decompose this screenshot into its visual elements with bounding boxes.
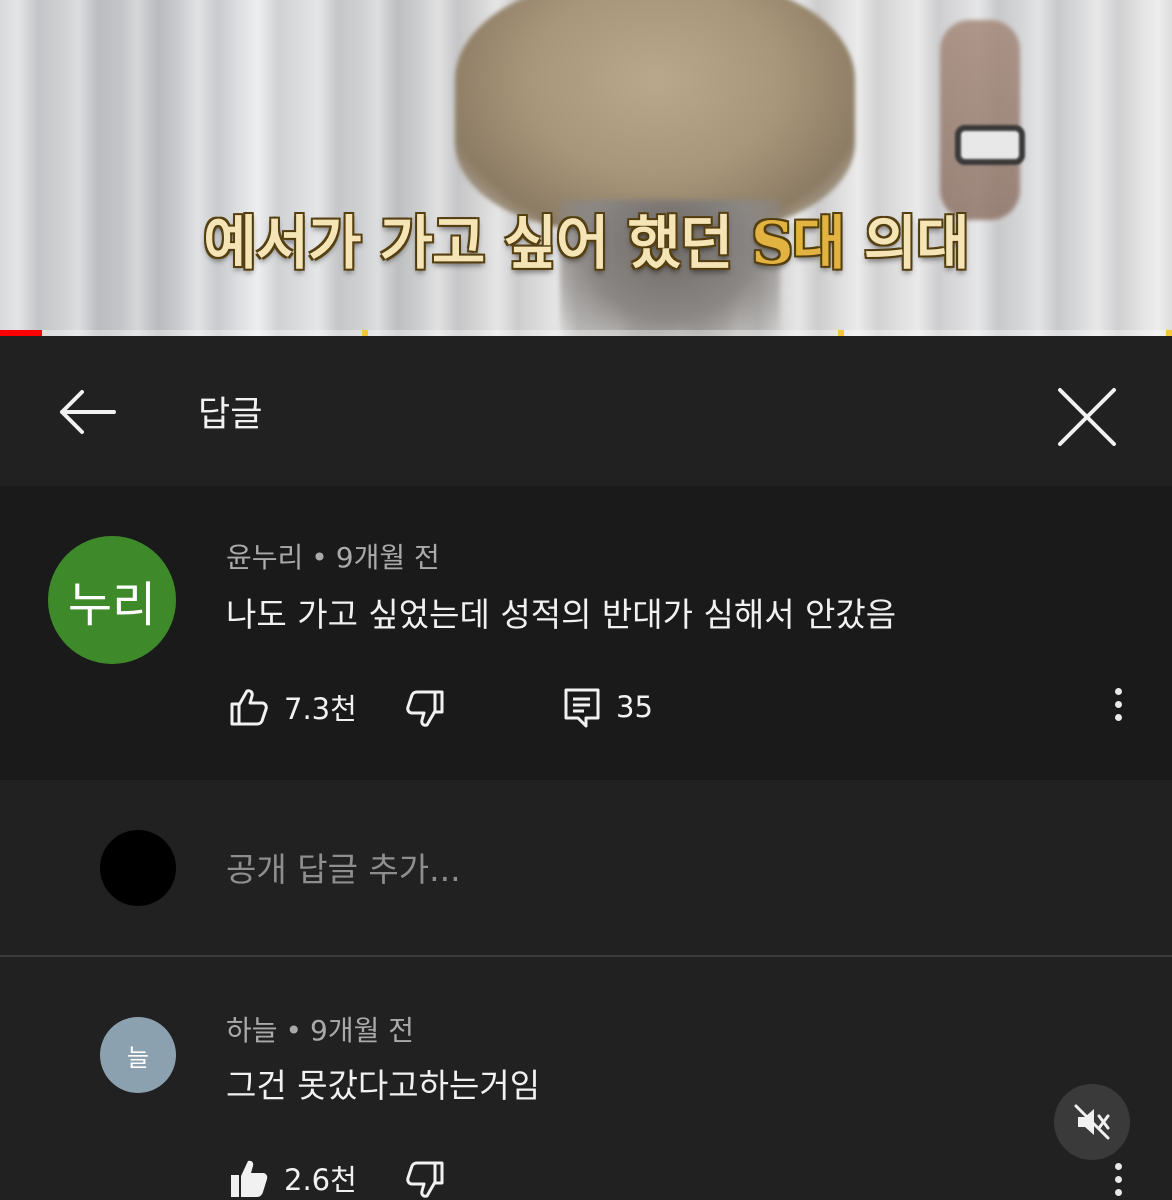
more-options-button[interactable] (1103, 1157, 1133, 1200)
add-reply-row (0, 780, 1172, 956)
subtitle-after: 의대 (844, 209, 970, 277)
reply-comment: 늘 하늘 • 9개월 전 그건 못갔다고하는거임 2.6천 (0, 957, 1172, 1200)
like-count: 7.3천 (284, 692, 357, 726)
like-button[interactable]: 7.3천 (228, 686, 357, 728)
dislike-button[interactable] (404, 688, 446, 730)
comment-author[interactable]: 윤누리 (226, 541, 303, 574)
comment-icon (564, 688, 600, 728)
like-button[interactable]: 2.6천 (228, 1157, 357, 1199)
volume-off-icon (1074, 1104, 1110, 1140)
thumbs-up-filled-icon (231, 1160, 268, 1197)
video-watch (955, 125, 1025, 165)
back-button[interactable] (52, 384, 126, 440)
more-vert-icon (1103, 1163, 1133, 1196)
video-subtitle: 예서가 가고 싶어 했던 S대 의대 (0, 196, 1172, 280)
comment-author[interactable]: 하늘 (226, 1014, 278, 1047)
parent-comment: 누리 윤누리 • 9개월 전 나도 가고 싶었는데 성적의 반대가 심해서 안갔음 … (0, 486, 1172, 780)
dislike-button[interactable] (404, 1159, 446, 1200)
like-count: 2.6천 (284, 1163, 357, 1197)
reply-count-button[interactable]: 35 (562, 686, 653, 728)
close-icon (1058, 388, 1116, 446)
close-button[interactable] (1050, 380, 1124, 454)
comment-text: 그건 못갔다고하는거임 (226, 1066, 541, 1105)
avatar[interactable]: 누리 (48, 536, 176, 664)
replies-header: 답글 (0, 336, 1172, 486)
comment-time: 9개월 전 (310, 1014, 415, 1047)
video-arm (940, 20, 1020, 220)
thumbs-down-icon (406, 690, 444, 727)
page-title: 답글 (198, 395, 263, 435)
avatar[interactable]: 늘 (100, 1017, 176, 1093)
more-options-button[interactable] (1103, 682, 1133, 732)
more-vert-icon (1103, 688, 1133, 721)
thumbs-up-icon (230, 689, 268, 726)
comment-meta: 윤누리 • 9개월 전 (226, 536, 440, 576)
reply-count: 35 (616, 690, 653, 724)
arrow-left-icon (60, 390, 116, 434)
comment-time: 9개월 전 (335, 541, 440, 574)
video-player[interactable]: 예서가 가고 싶어 했던 S대 의대 (0, 0, 1172, 336)
thumbs-down-icon (406, 1161, 444, 1198)
meta-separator: • (285, 1014, 303, 1047)
subtitle-highlight: S대 (751, 209, 845, 277)
subtitle-before: 예서가 가고 싶어 했던 (203, 209, 752, 277)
comment-meta: 하늘 • 9개월 전 (226, 1009, 414, 1049)
reply-input[interactable] (226, 842, 1026, 896)
meta-separator: • (311, 541, 328, 574)
comment-text: 나도 가고 싶었는데 성적의 반대가 심해서 안갔음 (226, 595, 897, 634)
mute-button[interactable] (1054, 1084, 1130, 1160)
avatar (100, 830, 176, 906)
